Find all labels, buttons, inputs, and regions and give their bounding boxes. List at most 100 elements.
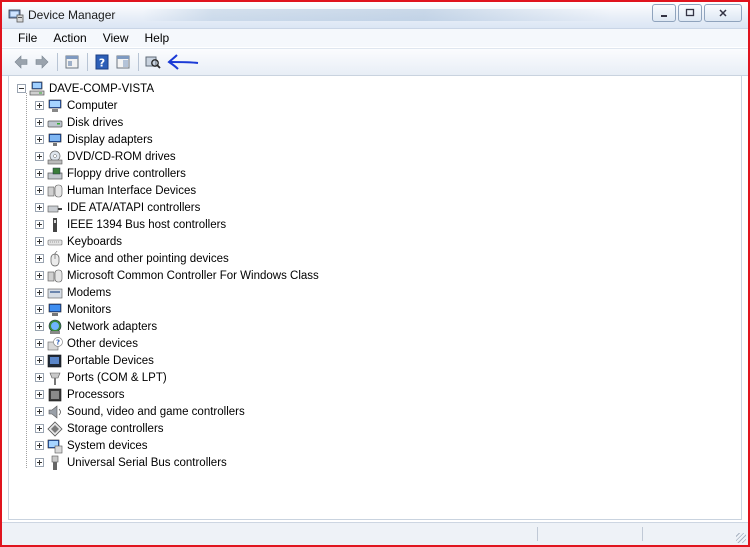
expand-icon[interactable] xyxy=(35,407,44,416)
tree-item[interactable]: Keyboards xyxy=(35,233,319,250)
tree-item[interactable]: ? Other devices xyxy=(35,335,319,352)
title-bar: Device Manager xyxy=(2,2,748,29)
close-icon xyxy=(719,9,727,17)
minimize-icon xyxy=(661,15,667,17)
status-segment-divider xyxy=(642,527,643,541)
expand-icon[interactable] xyxy=(35,101,44,110)
storage-controller-icon xyxy=(47,420,63,437)
disk-drive-icon xyxy=(47,120,63,127)
ide-controller-icon xyxy=(47,205,62,212)
expand-icon[interactable] xyxy=(35,254,44,263)
tree-item[interactable]: Storage controllers xyxy=(35,420,319,437)
resize-grip-icon[interactable] xyxy=(736,533,746,543)
tree-item[interactable]: Floppy drive controllers xyxy=(35,165,319,182)
expand-icon[interactable] xyxy=(35,339,44,348)
tree-item-label: Processors xyxy=(67,388,125,401)
computer-icon xyxy=(48,99,62,112)
device-tree[interactable]: DAVE-COMP-VISTA Computer Disk drives Dis… xyxy=(8,75,742,520)
expand-icon[interactable] xyxy=(35,322,44,331)
expand-icon[interactable] xyxy=(35,237,44,246)
expand-icon[interactable] xyxy=(35,271,44,280)
maximize-icon xyxy=(685,8,695,17)
modem-icon xyxy=(47,288,63,298)
expand-icon[interactable] xyxy=(35,186,44,195)
expand-icon[interactable] xyxy=(35,135,44,144)
display-adapter-icon xyxy=(48,133,62,146)
tree-item[interactable]: System devices xyxy=(35,437,319,454)
expand-icon[interactable] xyxy=(35,169,44,178)
toolbar: ? xyxy=(2,48,748,76)
tree-item-label: Portable Devices xyxy=(67,354,154,367)
expand-icon[interactable] xyxy=(35,118,44,127)
tree-item-label: Keyboards xyxy=(67,235,122,248)
tree-item-label: Sound, video and game controllers xyxy=(67,405,245,418)
tree-item[interactable]: IDE ATA/ATAPI controllers xyxy=(35,199,319,216)
expand-icon[interactable] xyxy=(35,203,44,212)
show-hide-console-tree-button[interactable] xyxy=(113,52,133,72)
expand-icon[interactable] xyxy=(35,458,44,467)
expand-icon[interactable] xyxy=(35,152,44,161)
tree-item[interactable]: Network adapters xyxy=(35,318,319,335)
tree-item[interactable]: Universal Serial Bus controllers xyxy=(35,454,319,471)
menu-help[interactable]: Help xyxy=(137,31,178,45)
monitor-icon xyxy=(48,303,62,316)
tree-item[interactable]: Microsoft Common Controller For Windows … xyxy=(35,267,319,284)
tree-item[interactable]: Disk drives xyxy=(35,114,319,131)
expand-icon[interactable] xyxy=(35,390,44,399)
tree-item-label: Ports (COM & LPT) xyxy=(67,371,167,384)
expand-icon[interactable] xyxy=(35,288,44,297)
tree-item-label: DVD/CD-ROM drives xyxy=(67,150,176,163)
tree-item[interactable]: Mice and other pointing devices xyxy=(35,250,319,267)
close-button[interactable] xyxy=(704,4,742,22)
expand-icon[interactable] xyxy=(35,356,44,365)
controller-icon xyxy=(47,269,63,282)
svg-text:?: ? xyxy=(56,338,60,346)
expand-icon[interactable] xyxy=(35,305,44,314)
expand-icon[interactable] xyxy=(35,424,44,433)
tree-item-label: Disk drives xyxy=(67,116,124,129)
tree-item[interactable]: Sound, video and game controllers xyxy=(35,403,319,420)
maximize-button[interactable] xyxy=(678,4,702,22)
port-icon xyxy=(49,372,61,385)
expand-icon[interactable] xyxy=(35,373,44,382)
tree-item[interactable]: Monitors xyxy=(35,301,319,318)
tree-children: Computer Disk drives Display adapters DV… xyxy=(35,97,319,471)
tree-root-node[interactable]: DAVE-COMP-VISTA xyxy=(17,80,154,97)
expand-icon[interactable] xyxy=(35,441,44,450)
tree-item[interactable]: Portable Devices xyxy=(35,352,319,369)
window-title: Device Manager xyxy=(28,8,116,22)
menu-action[interactable]: Action xyxy=(45,31,94,45)
toolbar-separator xyxy=(87,53,88,71)
tree-item-label: IEEE 1394 Bus host controllers xyxy=(67,218,227,231)
collapse-icon[interactable] xyxy=(17,84,26,93)
back-button[interactable] xyxy=(11,52,31,72)
forward-icon xyxy=(35,55,49,69)
menu-view[interactable]: View xyxy=(95,31,137,45)
tree-item-label: Human Interface Devices xyxy=(67,184,197,197)
tree-item[interactable]: Human Interface Devices xyxy=(35,182,319,199)
floppy-controller-icon xyxy=(47,167,63,179)
tree-item[interactable]: Computer xyxy=(35,97,319,114)
expand-icon[interactable] xyxy=(35,220,44,229)
scan-hardware-button[interactable] xyxy=(143,52,163,72)
forward-button[interactable] xyxy=(32,52,52,72)
back-icon xyxy=(14,55,28,69)
menu-bar: File Action View Help xyxy=(2,29,748,47)
properties-button[interactable] xyxy=(62,52,82,72)
minimize-button[interactable] xyxy=(652,4,676,22)
tree-item[interactable]: Processors xyxy=(35,386,319,403)
tree-item-label: Other devices xyxy=(67,337,138,350)
device-manager-window: Device Manager File Action View Help ? D… xyxy=(0,0,750,547)
tree-item[interactable]: Ports (COM & LPT) xyxy=(35,369,319,386)
tree-item[interactable]: IEEE 1394 Bus host controllers xyxy=(35,216,319,233)
tree-item[interactable]: DVD/CD-ROM drives xyxy=(35,148,319,165)
tree-item-label: Floppy drive controllers xyxy=(67,167,186,180)
help-button[interactable]: ? xyxy=(92,52,112,72)
show-hide-console-tree-icon xyxy=(116,55,130,69)
tree-item-label: Modems xyxy=(67,286,112,299)
menu-file[interactable]: File xyxy=(10,31,45,45)
tree-item[interactable]: Display adapters xyxy=(35,131,319,148)
tree-item[interactable]: Modems xyxy=(35,284,319,301)
system-devices-icon xyxy=(47,439,63,453)
tree-item-label: Computer xyxy=(67,99,118,112)
